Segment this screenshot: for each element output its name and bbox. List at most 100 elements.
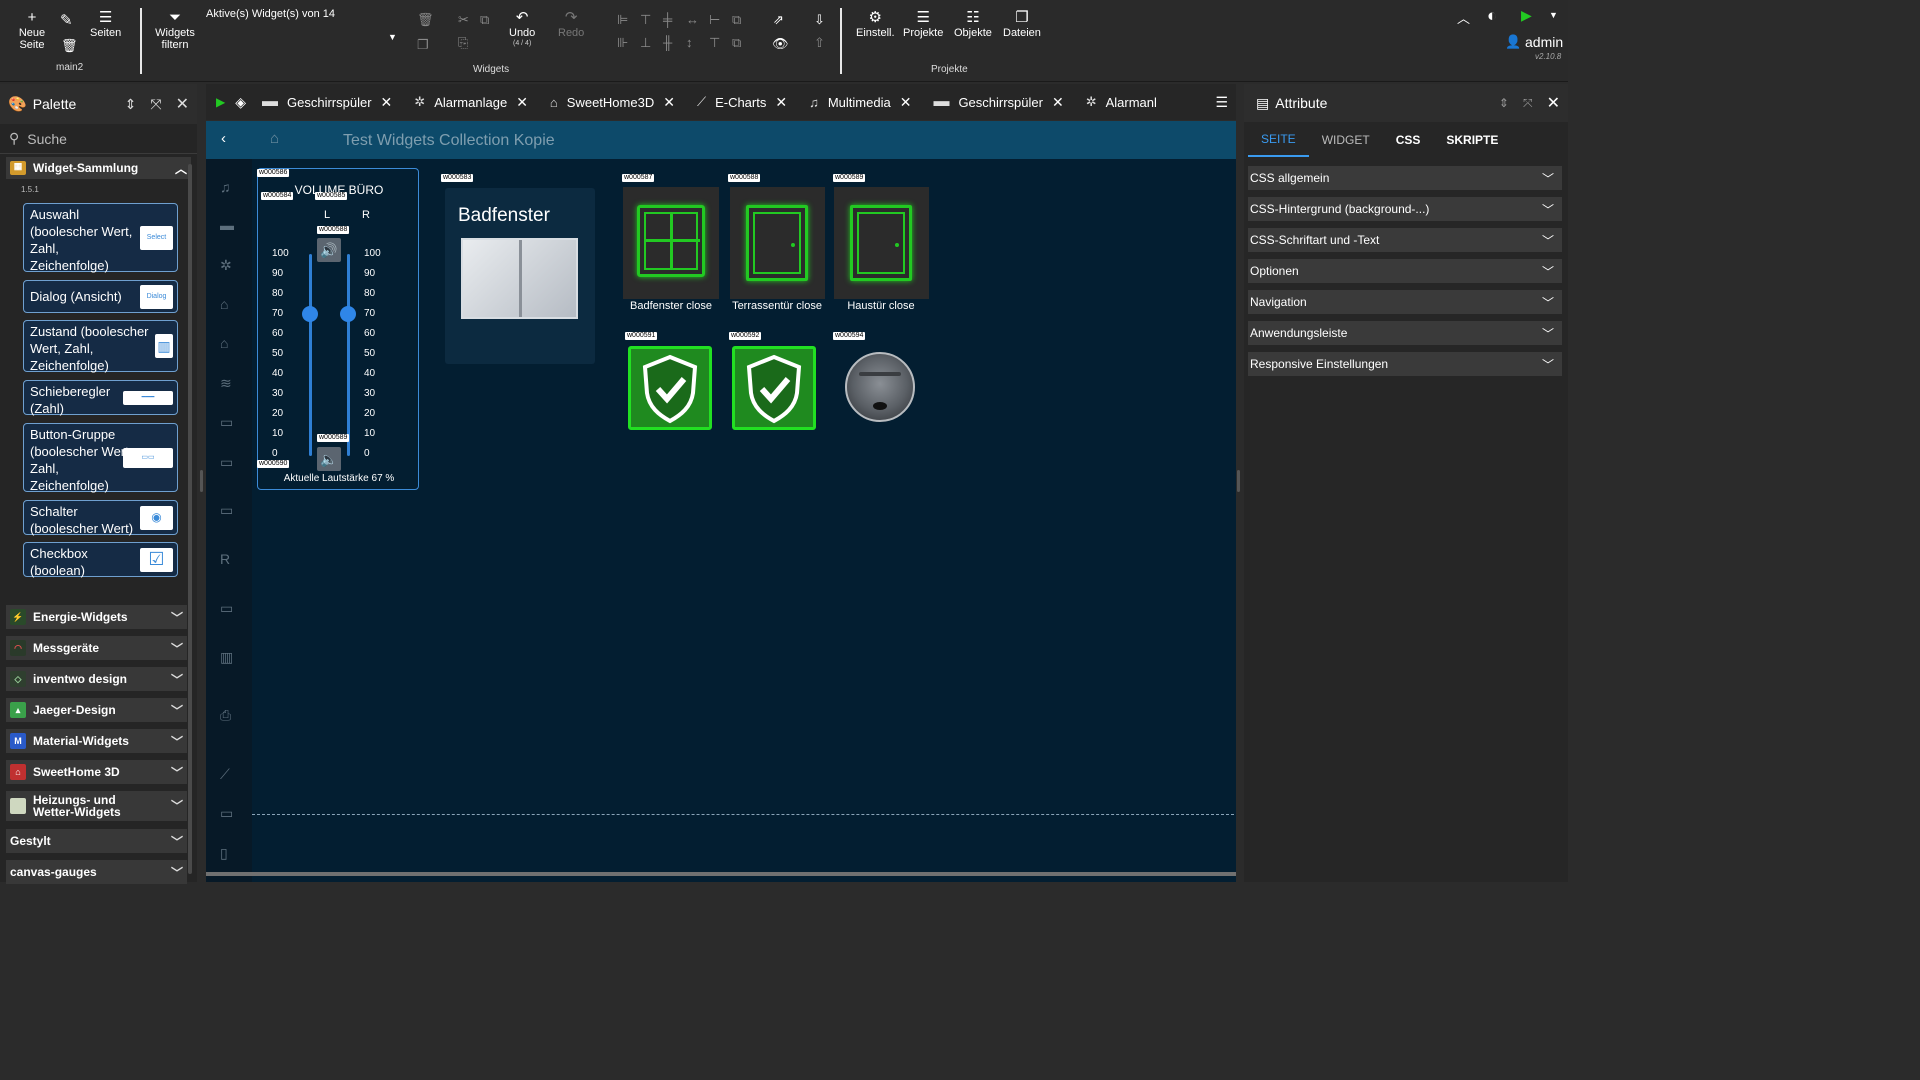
radiator-icon[interactable]: ▥ [220, 649, 233, 666]
widget-select-dropdown[interactable]: ▼ [388, 32, 397, 42]
contact-badfenster[interactable] [623, 187, 719, 299]
space-h-icon[interactable]: ⊢ [709, 12, 720, 28]
tab-echarts[interactable]: ⟋ E-Charts ✕ [697, 94, 787, 111]
run-menu-caret-icon[interactable]: ▼ [1549, 10, 1558, 20]
alarm-status-2[interactable] [732, 346, 816, 430]
section-app-bar[interactable]: Anwendungsleiste ﹀ [1248, 321, 1562, 345]
palette-scrollbar[interactable] [188, 164, 192, 874]
tab-geschirrspueler[interactable]: ▬ Geschirrspüler ✕ [262, 93, 392, 111]
alarm-status-1[interactable] [628, 346, 712, 430]
music-icon[interactable]: ♫ [220, 179, 231, 195]
filter-lines-icon[interactable]: ≋ [220, 375, 232, 392]
category-gauges[interactable]: ◠ Messgeräte ﹀ [6, 636, 187, 660]
import-icon[interactable]: ⇩ [814, 12, 825, 28]
tab-geschirrspueler-2[interactable]: ▬ Geschirrspüler ✕ [933, 93, 1063, 111]
slider-track-left[interactable] [309, 254, 312, 456]
contact-terrassentuer[interactable] [730, 187, 825, 299]
category-material[interactable]: M Material-Widgets ﹀ [6, 729, 187, 753]
dishwasher-icon[interactable]: ▬ [220, 217, 234, 233]
copy-widget-button[interactable]: ❐ [417, 37, 429, 53]
category-jaeger[interactable]: ▴ Jaeger-Design ﹀ [6, 698, 187, 722]
delete-widget-button[interactable]: 🗑 [417, 12, 434, 28]
close-icon[interactable]: ✕ [381, 94, 393, 111]
align-top-icon[interactable]: ⊤ [640, 12, 651, 28]
filter-widgets-button[interactable]: ⏷ Widgets filtern [153, 9, 197, 51]
slider-track-right[interactable] [347, 254, 350, 456]
tab-widget[interactable]: WIDGET [1309, 122, 1383, 157]
section-css-font[interactable]: CSS-Schriftart und -Text ﹀ [1248, 228, 1562, 252]
close-icon[interactable]: ✕ [176, 94, 189, 114]
run-view-icon[interactable]: ▶ [216, 95, 225, 109]
chart-icon[interactable]: ⟋ [220, 766, 230, 783]
paste-button[interactable]: ⎘ [458, 35, 468, 51]
distribute-v-icon[interactable]: ↕ [686, 35, 693, 50]
duplicate-button[interactable]: ⧉ [480, 12, 489, 28]
canvas-horizontal-scrollbar[interactable] [206, 872, 1236, 876]
projects-button[interactable]: ☰ Projekte [903, 9, 943, 39]
house-icon[interactable]: ⌂ [220, 296, 228, 312]
palette-widget-dialog[interactable]: Dialog (Ansicht) Dialog [23, 280, 178, 313]
align-vcenter-icon[interactable]: ╫ [663, 35, 672, 50]
tab-scripts[interactable]: SKRIPTE [1433, 122, 1511, 157]
tab-sweethome3d[interactable]: ⌂ SweetHome3D ✕ [550, 94, 675, 111]
edit-page-button[interactable]: ✎ [60, 12, 73, 30]
r-icon[interactable]: R [220, 551, 230, 567]
new-page-button[interactable]: + Neue Seite [17, 9, 47, 51]
expand-all-icon[interactable]: ⇕ [1499, 96, 1509, 110]
expand-all-icon[interactable]: ⇕ [125, 96, 137, 113]
same-size-icon[interactable]: ⧉ [732, 12, 741, 28]
section-navigation[interactable]: Navigation ﹀ [1248, 290, 1562, 314]
palette-widget-checkbox[interactable]: Checkbox (boolean) ☑ [23, 542, 178, 578]
pages-button[interactable]: ☰ Seiten [90, 9, 121, 39]
close-icon[interactable]: ✕ [775, 94, 787, 111]
slider-knob-left[interactable] [302, 306, 318, 322]
window-card[interactable]: Badfenster [445, 188, 595, 364]
palette-widget-slider[interactable]: Schieberegler (Zahl) ━━━ [23, 380, 178, 416]
section-css-general[interactable]: CSS allgemein ﹀ [1248, 166, 1562, 190]
delete-page-button[interactable]: 🗑 [61, 37, 78, 55]
robot-vacuum-widget[interactable] [842, 349, 918, 427]
close-icon[interactable]: ✕ [1547, 93, 1560, 113]
section-css-background[interactable]: CSS-Hintergrund (background-...) ﹀ [1248, 197, 1562, 221]
close-icon[interactable]: ✕ [900, 94, 912, 111]
distribute-h-icon[interactable]: ↔ [686, 12, 699, 27]
category-energy[interactable]: ⚡ Energie-Widgets ﹀ [6, 605, 187, 629]
rectangle-icon[interactable]: ▭ [220, 454, 233, 471]
palette-search[interactable]: ⚲ Suche [0, 124, 197, 154]
category-heating-weather[interactable]: Heizungs- und Wetter-Widgets ﹀ [6, 791, 187, 821]
palette-widget-select[interactable]: Auswahl (boolescher Wert, Zahl, Zeichenf… [23, 203, 178, 273]
category-widget-collection[interactable]: ▦ Widget-Sammlung ︿ [6, 157, 191, 179]
align-hcenter-icon[interactable]: ╪ [663, 12, 672, 27]
open-external-icon[interactable]: ⇗ [773, 12, 784, 28]
close-icon[interactable]: ✕ [1052, 94, 1064, 111]
contact-haustuer[interactable] [834, 187, 929, 299]
house-outline-icon[interactable]: ⌂ [220, 335, 228, 351]
tab-page[interactable]: SEITE [1248, 122, 1309, 157]
slider-knob-right[interactable] [340, 306, 356, 322]
palette-resize-handle[interactable] [200, 470, 203, 492]
align-right-icon[interactable]: ⊪ [617, 35, 628, 51]
collapse-all-icon[interactable]: ⤧ [1523, 96, 1533, 111]
align-bottom-icon[interactable]: ⊥ [640, 35, 651, 51]
tab-alarmanlage-2[interactable]: ✲ Alarmanl [1086, 94, 1157, 110]
minus-icon[interactable]: ▭ [220, 502, 233, 519]
same-size-v-icon[interactable]: ⧉ [732, 35, 741, 51]
close-icon[interactable]: ✕ [663, 94, 675, 111]
layers-icon[interactable]: ◈ [235, 94, 246, 111]
palette-widget-switch[interactable]: Schalter (boolescher Wert) ◉ [23, 500, 178, 536]
category-inventwo[interactable]: ◇ inventwo design ﹀ [6, 667, 187, 691]
printer-icon[interactable]: ⎙ [220, 707, 231, 724]
palette-widget-state[interactable]: Zustand (boolescher Wert, Zahl, Zeichenf… [23, 320, 178, 373]
eye-icon[interactable]: 👁 [772, 36, 789, 52]
tab-css[interactable]: CSS [1383, 122, 1434, 157]
palette-widget-button-group[interactable]: Button-Gruppe (boolescher Wert, Zahl, Ze… [23, 423, 178, 493]
run-play-icon[interactable]: ▶ [1521, 7, 1532, 24]
home-icon[interactable]: ⌂ [270, 130, 279, 147]
username[interactable]: admin [1525, 34, 1563, 50]
minus-icon[interactable]: ▭ [220, 414, 233, 431]
search-input[interactable]: Suche [27, 131, 67, 147]
files-button[interactable]: ❐ Dateien [1003, 9, 1041, 39]
tab-alarmanlage[interactable]: ✲ Alarmanlage ✕ [414, 94, 528, 111]
section-options[interactable]: Optionen ﹀ [1248, 259, 1562, 283]
undo-button[interactable]: ↶ Undo (4 / 4) [509, 9, 535, 48]
